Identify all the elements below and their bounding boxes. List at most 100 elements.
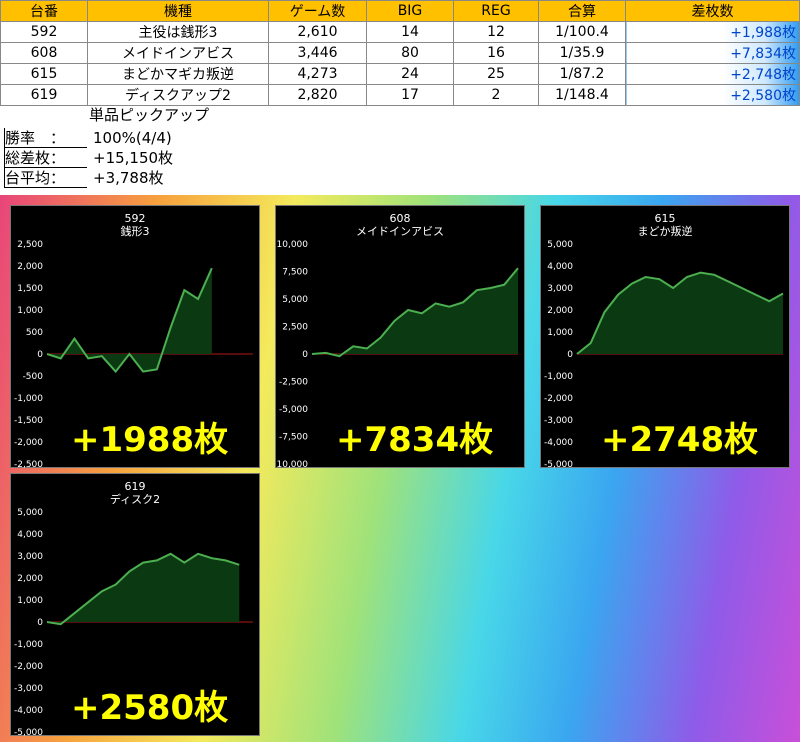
table-cell: 619 [0, 84, 88, 106]
table-cell: 1/35.9 [538, 42, 626, 64]
y-tick-label: 2,500 [282, 323, 308, 333]
series-area [47, 553, 240, 625]
col-header: 機種 [87, 0, 269, 22]
col-header: 差枚数 [625, 0, 800, 22]
y-tick-label: 500 [26, 328, 43, 338]
summary-row-winrate: 勝率 ： 100%(4/4) [4, 128, 173, 148]
table-cell: 1/148.4 [538, 84, 626, 106]
col-header: ゲーム数 [268, 0, 367, 22]
table-cell: 25 [453, 63, 539, 85]
chart-subtitle: ディスク2 [109, 493, 161, 506]
y-tick-label: -2,500 [279, 378, 308, 388]
table-cell: まどかマギカ叛逆 [87, 63, 269, 85]
series-area [47, 268, 212, 372]
y-tick-label: 1,500 [17, 284, 43, 294]
y-tick-label: -2,500 [14, 460, 43, 469]
y-tick-label: 5,000 [17, 508, 43, 518]
table-row: 608 メイドインアビス 3,446 80 16 1/35.9 +7,834枚 [0, 42, 800, 64]
y-tick-label: 7,500 [282, 268, 308, 278]
y-tick-label: 10,000 [277, 240, 309, 250]
y-tick-label: -3,000 [544, 416, 573, 426]
pickup-label: 単品ピックアップ [89, 106, 210, 124]
y-tick-label: -4,000 [14, 706, 43, 716]
table-cell: 2,610 [268, 21, 367, 43]
series-area [577, 272, 783, 354]
summary-row-total: 総差枚： +15,150枚 [4, 148, 173, 168]
diff-cell: +7,834枚 [625, 42, 800, 64]
y-tick-label: 0 [37, 350, 43, 360]
y-tick-label: -3,000 [14, 684, 43, 694]
diff-cell: +2,748枚 [625, 63, 800, 85]
y-tick-label: 5,000 [282, 295, 308, 305]
y-tick-label: 0 [302, 350, 308, 360]
chart-result-label: +7834枚 [336, 420, 494, 460]
table-cell: 4,273 [268, 63, 367, 85]
y-tick-label: -1,000 [14, 394, 43, 404]
table-cell: 608 [0, 42, 88, 64]
summary-key: 台平均： [4, 168, 87, 188]
y-tick-label: -5,000 [14, 728, 43, 737]
chart-result-label: +2748枚 [601, 420, 759, 460]
y-tick-label: -5,000 [544, 460, 573, 469]
table-cell: 2,820 [268, 84, 367, 106]
y-tick-label: 2,000 [547, 306, 573, 316]
table-cell: 16 [453, 42, 539, 64]
table-row: 592 主役は銭形3 2,610 14 12 1/100.4 +1,988枚 [0, 21, 800, 43]
table-cell: 3,446 [268, 42, 367, 64]
y-tick-label: -500 [23, 372, 44, 382]
y-tick-label: -5,000 [279, 405, 308, 415]
summary-value: +3,788枚 [93, 169, 164, 187]
y-tick-label: 2,000 [17, 262, 43, 272]
y-tick-label: 2,000 [17, 574, 43, 584]
col-header: 合算 [538, 0, 626, 22]
y-tick-label: 2,500 [17, 240, 43, 250]
y-tick-label: 0 [567, 350, 573, 360]
y-tick-label: 4,000 [17, 530, 43, 540]
y-tick-label: 3,000 [547, 284, 573, 294]
summary-row-average: 台平均： +3,788枚 [4, 168, 173, 188]
table-cell: 主役は銭形3 [87, 21, 269, 43]
chart-title: 608 [389, 212, 411, 225]
y-tick-label: -4,000 [544, 438, 573, 448]
chart-subtitle: メイドインアビス [356, 225, 444, 238]
chart-619: 5,000 4,000 3,000 2,000 1,000 0 -1,000 -2,000 -3… [10, 473, 260, 737]
chart-result-label: +2580枚 [71, 688, 229, 728]
table-row: 619 ディスクアップ2 2,820 17 2 1/148.4 +2,580枚 [0, 84, 800, 106]
chart-subtitle: まどか叛逆 [637, 225, 693, 238]
chart-title: 592 [124, 212, 146, 225]
results-table: 台番 機種 ゲーム数 BIG REG 合算 差枚数 592 主役は銭形3 2,610… [0, 0, 800, 106]
table-cell: 24 [366, 63, 454, 85]
y-tick-label: 1,000 [547, 328, 573, 338]
table-cell: 1/87.2 [538, 63, 626, 85]
table-cell: 12 [453, 21, 539, 43]
table-cell: 14 [366, 21, 454, 43]
chart-result-label: +1988枚 [71, 420, 229, 460]
y-tick-label: -2,000 [14, 662, 43, 672]
table-cell: 592 [0, 21, 88, 43]
y-tick-label: -1,000 [544, 372, 573, 382]
summary-value: +15,150枚 [93, 149, 174, 167]
y-tick-label: -2,000 [14, 438, 43, 448]
chart-608: 10,000 7,500 5,000 2,500 0 -2,500 -5,000 -7,500… [275, 205, 525, 469]
y-tick-label: 1,000 [17, 596, 43, 606]
y-tick-label: -7,500 [279, 433, 308, 443]
diff-cell: +2,580枚 [625, 84, 800, 106]
table-header-row: 台番 機種 ゲーム数 BIG REG 合算 差枚数 [0, 0, 800, 22]
diff-cell: +1,988枚 [625, 21, 800, 43]
summary-value: 100%(4/4) [93, 129, 172, 147]
table-cell: 1/100.4 [538, 21, 626, 43]
y-tick-label: 1,000 [17, 306, 43, 316]
y-tick-label: 4,000 [547, 262, 573, 272]
y-tick-label: -10,000 [276, 460, 308, 469]
table-cell: 2 [453, 84, 539, 106]
y-tick-label: -2,000 [544, 394, 573, 404]
summary-key: 勝率 ： [4, 128, 87, 148]
chart-subtitle: 銭形3 [120, 225, 150, 238]
table-cell: 615 [0, 63, 88, 85]
chart-title: 619 [124, 480, 146, 493]
chart-title: 615 [654, 212, 676, 225]
y-tick-label: 0 [37, 618, 43, 628]
table-cell: 80 [366, 42, 454, 64]
summary-block: 勝率 ： 100%(4/4) 総差枚： +15,150枚 台平均： +3,788… [4, 128, 173, 188]
col-header: REG [453, 0, 539, 22]
